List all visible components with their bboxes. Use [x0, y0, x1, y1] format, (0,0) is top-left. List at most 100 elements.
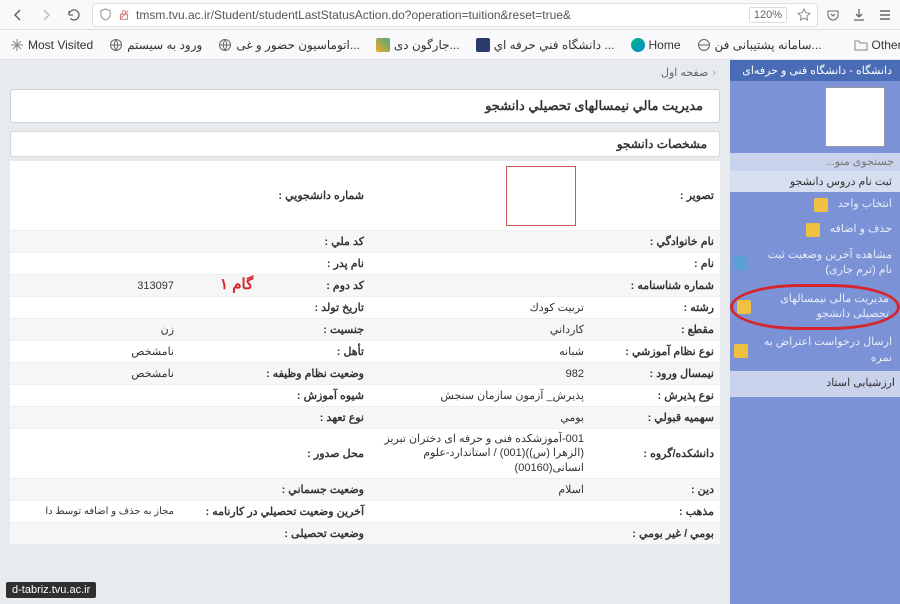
- label-level: مقطع :: [590, 319, 720, 340]
- bookmark-attendance[interactable]: اتوماسیون حضور و غی...: [218, 38, 360, 52]
- step-annotation: گام ۱: [220, 275, 253, 293]
- pocket-icon[interactable]: [826, 8, 840, 22]
- label-id-number: شماره شناسنامه :: [590, 275, 720, 296]
- bookmark-jargun[interactable]: جارگون دی...: [376, 38, 460, 52]
- doc-icon: [814, 198, 828, 212]
- value-admission-type: پذیرش_ آزمون سازمان سنجش: [370, 385, 590, 406]
- star-icon[interactable]: [797, 8, 811, 22]
- menu-finance-management[interactable]: مدیریت مالی نیمسالهای تحصیلی دانشجو: [730, 284, 900, 331]
- value-father-name: [10, 253, 180, 274]
- label-photo: تصویر :: [590, 161, 720, 230]
- value-marital: نامشخص: [10, 341, 180, 362]
- value-student-no: [10, 161, 180, 230]
- app-icon: [376, 38, 390, 52]
- value-transfer-note: مجاز به حذف و اضافه توسط دا: [10, 501, 180, 522]
- label-quota: سهمیه قبولي :: [590, 407, 720, 428]
- download-icon[interactable]: [852, 8, 866, 22]
- chevron-left-icon: ‹: [712, 67, 716, 79]
- value-edu-type: شبانه: [370, 341, 590, 362]
- label-admission-type: نوع پذیرش :: [590, 385, 720, 406]
- browser-toolbar: tmsm.tvu.ac.ir/Student/studentLastStatus…: [0, 0, 900, 30]
- globe-icon: [697, 38, 711, 52]
- forward-button[interactable]: [36, 5, 56, 25]
- globe-icon: [218, 38, 232, 52]
- value-name: [370, 253, 590, 274]
- menu-search-input[interactable]: [736, 156, 894, 168]
- value-national-code: [10, 231, 180, 252]
- label-military: وضعیت نظام وظیفه :: [180, 363, 370, 384]
- reload-button[interactable]: [64, 5, 84, 25]
- doc-icon: [737, 300, 751, 314]
- label-entry-sem: نیمسال ورود :: [590, 363, 720, 384]
- menu-view-status[interactable]: مشاهده آخرین وضعیت ثبت نام (ترم جاری): [730, 243, 900, 284]
- bookmark-login[interactable]: ورود به سیستم: [109, 38, 202, 52]
- zoom-level[interactable]: 120%: [749, 7, 787, 23]
- value-military: نامشخص: [10, 363, 180, 384]
- student-photo: [506, 166, 576, 226]
- value-quota: بومي: [370, 407, 590, 428]
- label-faculty: دانشکده/گروه :: [590, 429, 720, 478]
- other-bookmarks[interactable]: Other Bookmarks: [854, 38, 900, 52]
- sparkle-icon: [10, 38, 24, 52]
- menu-icon[interactable]: [878, 8, 892, 22]
- main-content: ‹صفحه اول مدیریت مالي نیمسالهای تحصیلي د…: [0, 60, 730, 604]
- label-gender: جنسیت :: [180, 319, 370, 340]
- label-family-name: نام خانوادگي :: [590, 231, 720, 252]
- doc-icon: [734, 344, 748, 358]
- label-father-name: نام پدر :: [180, 253, 370, 274]
- label-transcript-status: آخرین وضعیت تحصیلي در کارنامه :: [180, 501, 370, 522]
- panel-title: مدیریت مالي نیمسالهای تحصیلي دانشجو: [10, 89, 720, 123]
- app-icon: [476, 38, 490, 52]
- label-student-no: شماره دانشجویي :: [180, 161, 370, 230]
- value-gender: زن: [10, 319, 180, 340]
- url-bar[interactable]: tmsm.tvu.ac.ir/Student/studentLastStatus…: [92, 3, 818, 27]
- bookmark-uni[interactable]: دانشگاه فني حرفه اي ...: [476, 38, 615, 52]
- label-edu-type: نوع نظام آموزشي :: [590, 341, 720, 362]
- folder-icon: [854, 38, 868, 52]
- value-id-number: [370, 275, 590, 296]
- label-field: رشته :: [590, 297, 720, 318]
- shield-icon: [99, 8, 112, 21]
- edge-icon: [631, 38, 645, 52]
- value-religion: اسلام: [370, 479, 590, 500]
- label-name: نام :: [590, 253, 720, 274]
- menu-send-objection[interactable]: ارسال درخواست اعتراض به نمره: [730, 330, 900, 371]
- label-local: بومي / غیر بومي :: [590, 523, 720, 544]
- value-faculty: 001-آموزشکده فنی و حرفه ای دختران تبریز …: [370, 429, 590, 478]
- value-physical: [10, 479, 180, 500]
- value-commitment: [10, 407, 180, 428]
- label-sect: مذهب :: [590, 501, 720, 522]
- label-physical: وضعیت جسماني :: [180, 479, 370, 500]
- value-edu-status: [10, 523, 180, 544]
- doc-icon: [806, 223, 820, 237]
- breadcrumb: ‹صفحه اول: [0, 60, 730, 85]
- label-edu-status: وضعیت تحصیلی :: [180, 523, 370, 544]
- value-entry-sem: 982: [370, 363, 590, 384]
- value-issue-place: [10, 429, 180, 478]
- value-family-name: [370, 231, 590, 252]
- bookmark-most-visited[interactable]: Most Visited: [10, 38, 93, 52]
- label-marital: تأهل :: [180, 341, 370, 362]
- site-title: دانشگاه - دانشگاه فنی و حرفه‌ای: [730, 60, 900, 81]
- back-button[interactable]: [8, 5, 28, 25]
- url-text: tmsm.tvu.ac.ir/Student/studentLastStatus…: [136, 8, 739, 22]
- value-local: [370, 523, 590, 544]
- globe-icon: [109, 38, 123, 52]
- label-birth-date: تاریخ تولد :: [180, 297, 370, 318]
- menu-select-unit[interactable]: انتخاب واحد: [730, 192, 900, 217]
- label-second-code: کد دوم :: [180, 275, 370, 296]
- menu-eval-teacher[interactable]: ارزشیابی استاد: [730, 371, 900, 396]
- label-religion: دین :: [590, 479, 720, 500]
- doc-icon: [734, 256, 748, 270]
- bookmark-support[interactable]: سامانه پشتیبانی فن...: [697, 38, 822, 52]
- menu-add-drop[interactable]: حذف و اضافه: [730, 217, 900, 242]
- watermark: d-tabriz.tvu.ac.ir: [6, 582, 96, 598]
- value-level: کارداني: [370, 319, 590, 340]
- value-birth-date: [10, 297, 180, 318]
- menu-search[interactable]: [730, 153, 900, 171]
- bookmark-home[interactable]: Home: [631, 38, 681, 52]
- label-national-code: کد ملي :: [180, 231, 370, 252]
- sidebar-photo: [825, 87, 885, 147]
- value-second-code: 313097: [10, 275, 180, 296]
- bookmarks-bar: Most Visited ورود به سیستم اتوماسیون حضو…: [0, 30, 900, 60]
